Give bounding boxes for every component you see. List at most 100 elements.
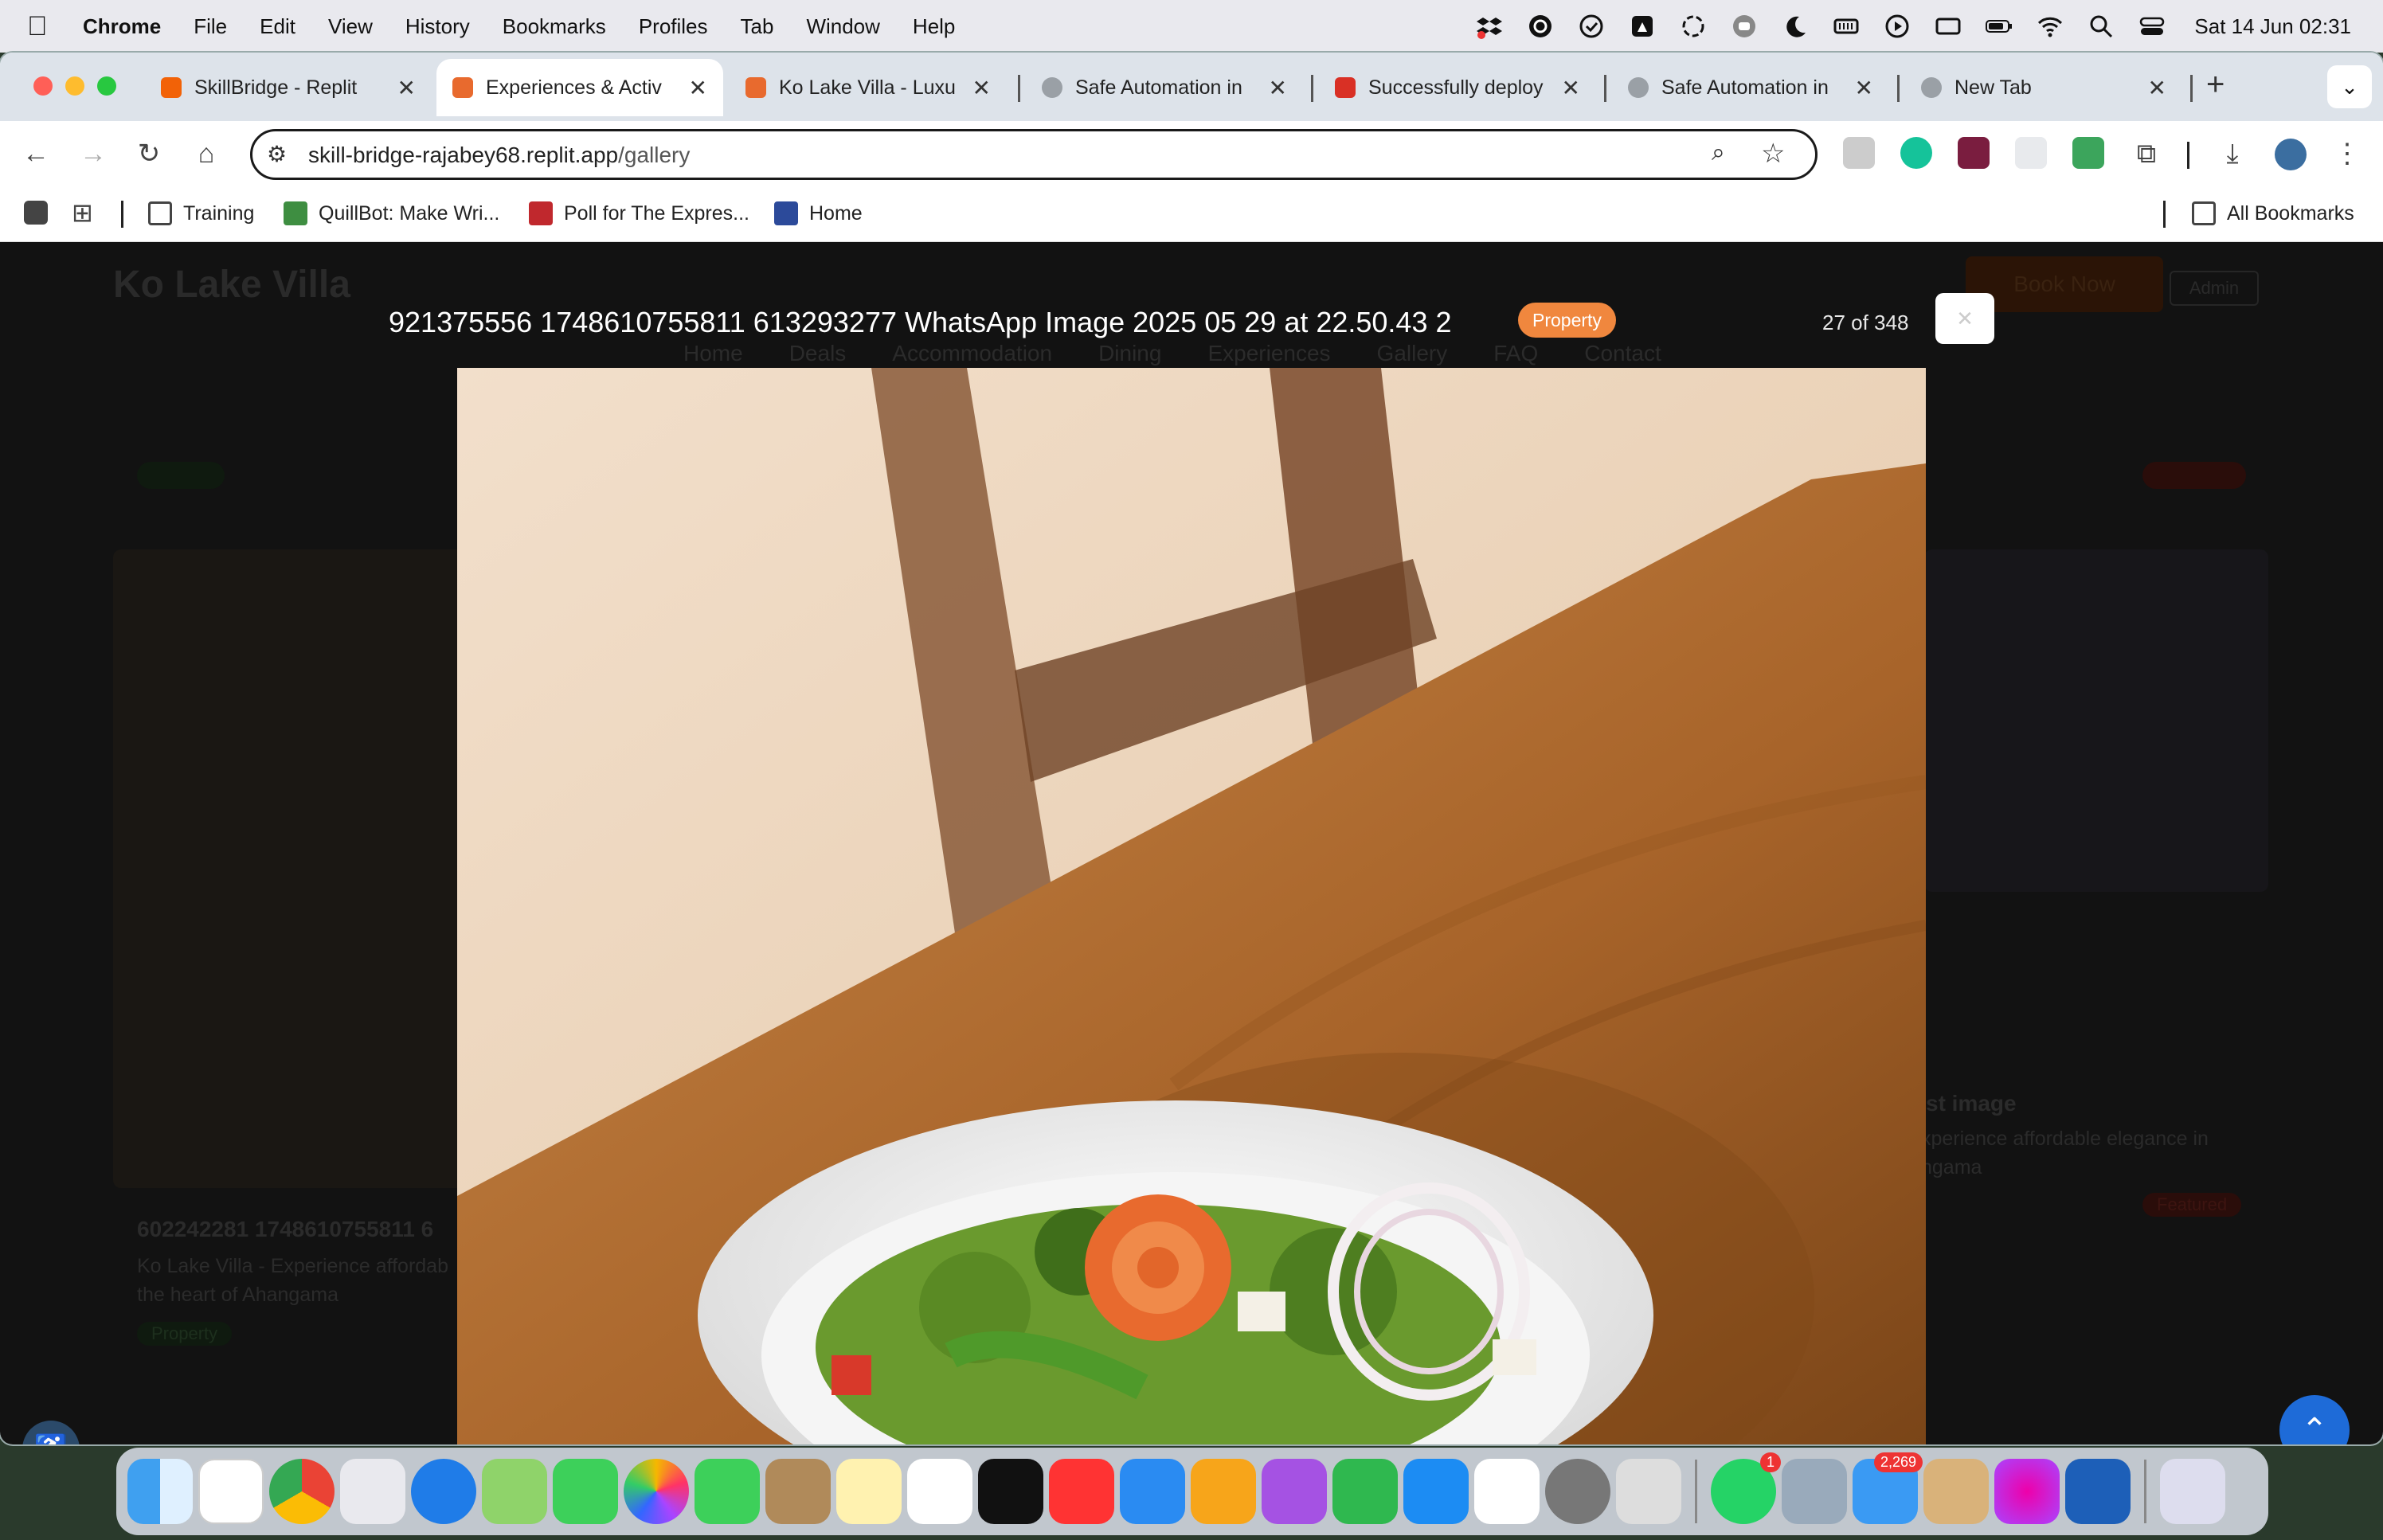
finder-icon[interactable] [127, 1459, 193, 1524]
maps-icon[interactable] [482, 1459, 547, 1524]
whatsapp-icon[interactable]: 1 [1711, 1452, 1781, 1524]
home-icon[interactable]: ⌂ [185, 132, 228, 175]
address-bar[interactable]: ⚙ skill-bridge-rajabey68.replit.app/gall… [250, 129, 1818, 180]
trash-icon[interactable] [2160, 1459, 2225, 1524]
admin-button[interactable]: Admin [2170, 271, 2259, 306]
bookmark-training[interactable]: Training [148, 197, 254, 229]
numbers-icon[interactable] [1332, 1459, 1398, 1524]
menu-view[interactable]: View [328, 14, 373, 39]
apple-tv-icon[interactable] [978, 1459, 1043, 1524]
mail-icon[interactable]: 2,269 [1853, 1452, 1923, 1524]
menu-edit[interactable]: Edit [260, 14, 295, 39]
menu-window[interactable]: Window [806, 14, 879, 39]
menu-history[interactable]: History [405, 14, 470, 39]
menu-profiles[interactable]: Profiles [639, 14, 708, 39]
extension-1-icon[interactable] [1843, 137, 1875, 169]
tab-new-tab[interactable]: New Tab ✕ [1905, 59, 2182, 116]
menu-help[interactable]: Help [913, 14, 955, 39]
nav-dining[interactable]: Dining [1098, 341, 1161, 366]
sheet-extension-icon[interactable] [2072, 137, 2104, 169]
freeform-icon[interactable] [1474, 1459, 1540, 1524]
nav-gallery[interactable]: Gallery [1377, 341, 1448, 366]
memory-icon[interactable] [1833, 13, 1860, 40]
download-icon[interactable]: ⤓ [2211, 132, 2254, 175]
nav-faq[interactable]: FAQ [1493, 341, 1538, 366]
reminders-icon[interactable] [907, 1459, 972, 1524]
word-icon[interactable] [2065, 1459, 2131, 1524]
bookmark-poll[interactable]: Poll for The Expres... [529, 197, 749, 229]
extensions-puzzle-icon[interactable]: ⧉ [2125, 132, 2168, 175]
gallery-card-left[interactable] [113, 549, 479, 1188]
menu-tab[interactable]: Tab [741, 14, 774, 39]
tab-close-icon[interactable]: ✕ [1855, 75, 1873, 101]
tab-close-icon[interactable]: ✕ [689, 75, 707, 101]
tab-skillbridge[interactable]: SkillBridge - Replit ✕ [145, 59, 432, 116]
translate-extension-icon[interactable] [2015, 137, 2047, 169]
lightbox-close-button[interactable]: ✕ [1935, 293, 1994, 344]
apple-menu-icon[interactable]:  [27, 11, 59, 42]
kebab-menu-icon[interactable]: ⋮ [2326, 132, 2369, 175]
grammarly-icon[interactable] [1527, 13, 1554, 40]
tab-close-icon[interactable]: ✕ [397, 75, 416, 101]
menu-file[interactable]: File [194, 14, 227, 39]
keyboard-icon[interactable] [1935, 13, 1962, 40]
launchpad-icon[interactable] [340, 1459, 405, 1524]
nav-contact[interactable]: Contact [1584, 341, 1661, 366]
tab-search-chevron-icon[interactable]: ⌄ [2327, 65, 2372, 108]
nav-accommodation[interactable]: Accommodation [892, 341, 1052, 366]
tab-ko-lake-villa[interactable]: Ko Lake Villa - Luxu ✕ [730, 59, 1007, 116]
menubar-clock[interactable]: Sat 14 Jun 02:31 [2194, 14, 2351, 39]
forward-arrow-icon[interactable]: → [72, 132, 115, 175]
scroll-to-top-button[interactable]: ⌃ [2279, 1395, 2350, 1444]
profile-avatar[interactable] [2275, 139, 2307, 170]
reload-icon[interactable]: ↻ [127, 132, 170, 175]
play-icon[interactable] [1884, 13, 1911, 40]
facetime-icon[interactable] [695, 1459, 760, 1524]
all-bookmarks[interactable]: All Bookmarks [2192, 197, 2354, 229]
menu-app-name[interactable]: Chrome [83, 14, 161, 39]
wifi-icon[interactable] [2037, 13, 2064, 40]
check-circle-icon[interactable] [1578, 13, 1605, 40]
openai-icon[interactable] [1680, 13, 1707, 40]
bookmark-quillbot[interactable]: QuillBot: Make Wri... [284, 197, 499, 229]
control-center-icon[interactable] [2138, 13, 2166, 40]
tab-close-icon[interactable]: ✕ [1562, 75, 1580, 101]
dropbox-icon[interactable] [1476, 13, 1503, 40]
zoom-window-icon[interactable] [97, 76, 116, 96]
bookmark-star-icon[interactable]: ☆ [1761, 138, 1785, 170]
moon-icon[interactable] [1782, 13, 1809, 40]
robot-icon[interactable] [1731, 13, 1758, 40]
iphone-mirroring-icon[interactable] [1616, 1459, 1681, 1524]
archive-icon[interactable] [1923, 1459, 1989, 1524]
flower-icon[interactable] [1994, 1459, 2060, 1524]
bookmark-home[interactable]: Home [774, 197, 863, 229]
site-title[interactable]: Ko Lake Villa [113, 263, 350, 307]
chrome-icon[interactable] [269, 1459, 335, 1524]
t-extension-icon[interactable] [1958, 137, 1990, 169]
grammarly-extension-icon[interactable] [1900, 137, 1932, 169]
battery-icon[interactable] [1986, 13, 2013, 40]
site-info-icon[interactable]: ⚙ [267, 141, 287, 167]
news-icon[interactable] [1049, 1459, 1114, 1524]
grid-apps-icon[interactable]: ⊞ [72, 197, 93, 228]
nav-experiences[interactable]: Experiences [1207, 341, 1330, 366]
apps-square-icon[interactable] [24, 201, 48, 225]
podcasts-icon[interactable] [1262, 1459, 1327, 1524]
book-now-button[interactable]: Book Now [1966, 256, 2163, 312]
gallery-card-right[interactable] [1924, 549, 2268, 892]
system-settings-icon[interactable] [1545, 1459, 1610, 1524]
close-window-icon[interactable] [33, 76, 53, 96]
safari-icon[interactable] [411, 1459, 476, 1524]
url-text[interactable]: skill-bridge-rajabey68.replit.app/galler… [308, 143, 690, 168]
spotlight-search-icon[interactable] [2088, 13, 2115, 40]
photos-icon[interactable] [624, 1459, 689, 1524]
tab-close-icon[interactable]: ✕ [1269, 75, 1287, 101]
tab-close-icon[interactable]: ✕ [972, 75, 991, 101]
tab-close-icon[interactable]: ✕ [2148, 75, 2166, 101]
nav-deals[interactable]: Deals [789, 341, 847, 366]
pages-icon[interactable] [1191, 1459, 1256, 1524]
notes-icon[interactable] [836, 1459, 902, 1524]
new-tab-plus-icon[interactable]: + [2206, 67, 2225, 103]
tab-gmail[interactable]: Successfully deploy ✕ [1319, 59, 1596, 116]
chatgpt-icon[interactable] [198, 1459, 264, 1524]
